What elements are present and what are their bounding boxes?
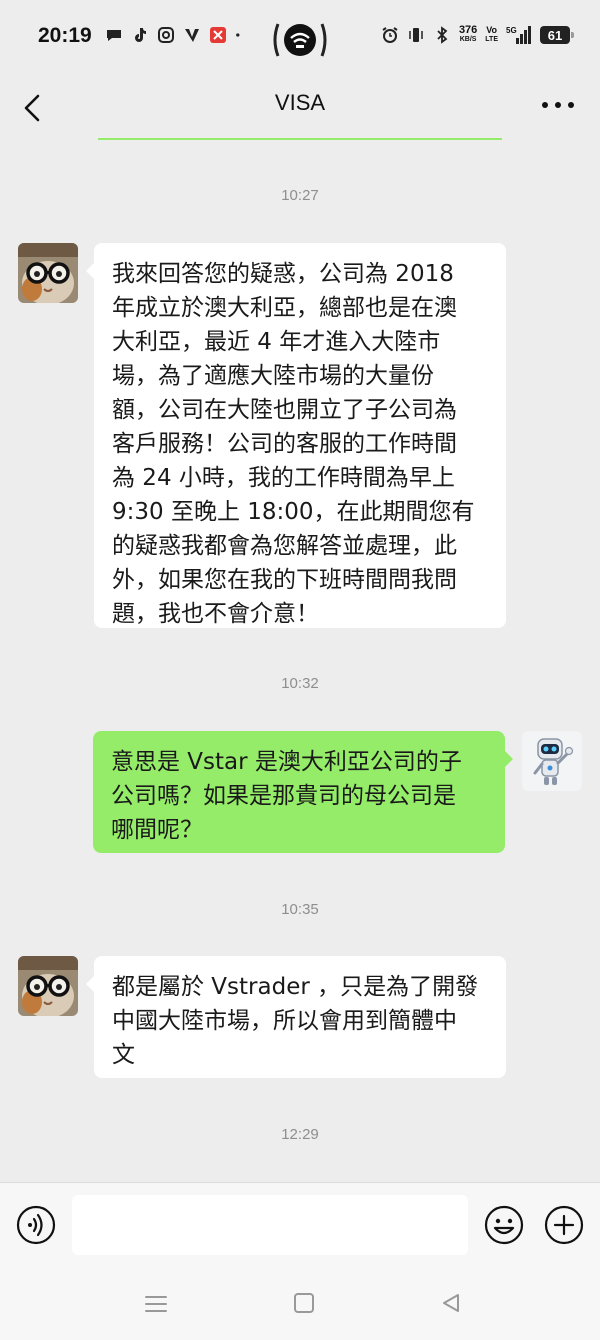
hotspot-icon: [273, 23, 327, 57]
chat-title: VISA: [274, 90, 326, 115]
tiktok-icon: [135, 28, 146, 42]
signal-indicator: 5G: [506, 26, 532, 44]
more-notifications-dot-icon: [236, 33, 240, 37]
contact-avatar[interactable]: [18, 956, 78, 1016]
message-input[interactable]: [72, 1195, 468, 1255]
contact-avatar[interactable]: [18, 243, 78, 303]
system-icons: 376 KB/S Vo LTE 5G 61: [381, 24, 574, 44]
status-bar: 20:19 376 KB/S Vo LTE 5G 61: [0, 0, 600, 78]
vibrate-icon: [409, 28, 423, 42]
home-icon[interactable]: [293, 1292, 315, 1314]
more-options-icon[interactable]: [540, 100, 576, 110]
instagram-icon: [158, 27, 174, 43]
net-speed-unit: KB/S: [459, 36, 477, 43]
volte-bottom: LTE: [485, 36, 498, 43]
message-timestamp: 10:27: [281, 187, 319, 204]
message-timestamp: 10:35: [281, 901, 319, 918]
voice-input-icon[interactable]: [16, 1205, 56, 1245]
cat-with-glasses-icon: [18, 243, 78, 303]
net-speed-value: 376: [458, 24, 478, 36]
outgoing-message-bubble[interactable]: 意思是 Vstar 是澳大利亞公司的子 公司嗎？如果是那貴司的母公司是 哪間呢？: [93, 731, 513, 853]
battery-indicator: 61: [540, 26, 574, 44]
plus-icon[interactable]: [544, 1205, 584, 1245]
recent-apps-icon[interactable]: [144, 1294, 168, 1314]
net-speed: 376 KB/S: [458, 24, 478, 44]
message-timestamp: 12:29: [281, 1126, 319, 1143]
chat-input-bar: [0, 1182, 600, 1268]
message-list[interactable]: 10:27 我來回答您的疑惑，公司為 2018 年成立於澳大利亞，總部也是在澳 …: [0, 140, 600, 1182]
system-navigation-bar: [0, 1268, 600, 1340]
my-avatar[interactable]: [522, 731, 582, 791]
volte-top: Vo: [486, 25, 498, 35]
alarm-icon: [382, 27, 398, 43]
nav-back-icon[interactable]: [440, 1292, 462, 1314]
robot-icon: [522, 731, 582, 791]
incoming-message-bubble[interactable]: 我來回答您的疑惑，公司為 2018 年成立於澳大利亞，總部也是在澳 大利亞，最近…: [86, 243, 506, 628]
volte-indicator: Vo LTE: [485, 26, 498, 44]
signal-label: 5G: [506, 26, 517, 35]
v-app-icon: [185, 29, 199, 42]
cat-with-glasses-icon: [18, 956, 78, 1016]
emoji-icon[interactable]: [484, 1205, 524, 1245]
chat-bubble-icon: [107, 30, 121, 41]
notification-icons: [105, 26, 245, 44]
bluetooth-icon: [437, 26, 448, 44]
chat-header: VISA: [0, 78, 600, 140]
incoming-message-bubble[interactable]: 都是屬於 Vstrader ，只是為了開發 中國大陸市場，所以會用到簡體中 文: [86, 956, 506, 1078]
status-time: 20:19: [38, 24, 92, 47]
app-alert-icon: [210, 27, 226, 43]
hotspot-indicator: [270, 18, 330, 62]
message-timestamp: 10:32: [281, 675, 319, 692]
